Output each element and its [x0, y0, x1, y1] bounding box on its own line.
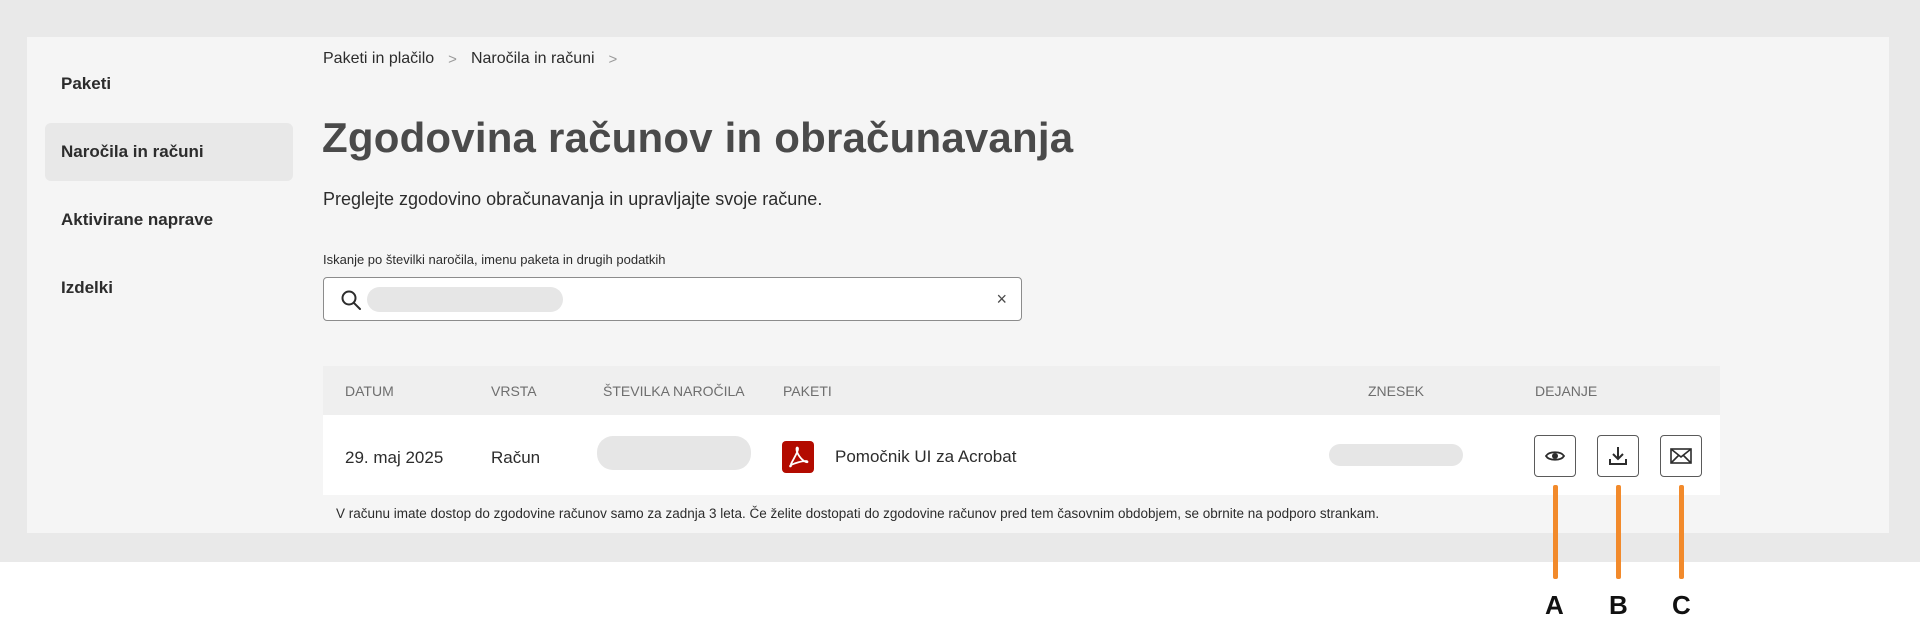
clear-icon[interactable]: × [996, 288, 1007, 310]
column-header-date: DATUM [345, 383, 394, 399]
callout-line-b [1616, 485, 1621, 579]
acrobat-pdf-icon [782, 441, 814, 473]
history-limit-note: V računu imate dostop do zgodovine račun… [336, 506, 1380, 521]
search-label: Iskanje po številki naročila, imenu pake… [323, 252, 666, 267]
callout-line-a [1553, 485, 1558, 579]
column-header-order-number: ŠTEVILKA NAROČILA [603, 383, 745, 399]
sidebar-item-products[interactable]: Izdelki [45, 259, 293, 317]
breadcrumb-separator: > [448, 50, 457, 68]
column-header-packages: PAKETI [783, 383, 832, 399]
sidebar-item-activated-devices[interactable]: Aktivirane naprave [45, 191, 293, 249]
table-row: 29. maj 2025 Račun Pomočnik UI za Acroba… [323, 415, 1720, 495]
sidebar: Paketi Naročila in računi Aktivirane nap… [45, 55, 293, 327]
search-icon [341, 290, 361, 310]
column-header-type: VRSTA [491, 383, 537, 399]
download-icon [1609, 447, 1627, 465]
sidebar-item-label: Izdelki [61, 278, 113, 297]
callout-label-a: A [1545, 590, 1564, 620]
eye-icon [1544, 451, 1566, 461]
callout-label-c: C [1672, 590, 1691, 620]
breadcrumb-link-plans-billing[interactable]: Paketi in plačilo [323, 50, 434, 68]
column-header-amount: ZNESEK [1368, 383, 1425, 399]
order-number-redacted [597, 436, 751, 470]
sidebar-item-label: Paketi [61, 74, 112, 93]
breadcrumb-link-orders-invoices[interactable]: Naročila in računi [471, 50, 595, 68]
callout-label-b: B [1609, 590, 1628, 620]
page-subtitle: Preglejte zgodovino obračunavanja in upr… [323, 189, 823, 209]
view-invoice-button[interactable] [1534, 435, 1576, 477]
sidebar-item-paketi[interactable]: Paketi [45, 55, 293, 113]
sidebar-item-label: Naročila in računi [61, 142, 204, 161]
sidebar-item-label: Aktivirane naprave [61, 210, 214, 229]
column-header-action: DEJANJE [1535, 383, 1598, 399]
breadcrumb: Paketi in plačilo > Naročila in računi > [323, 50, 631, 68]
row-type: Račun [491, 448, 541, 467]
download-invoice-button[interactable] [1597, 435, 1639, 477]
row-package-name: Pomočnik UI za Acrobat [835, 447, 1017, 466]
amount-redacted [1329, 444, 1463, 466]
row-date: 29. maj 2025 [345, 448, 444, 467]
breadcrumb-separator: > [608, 50, 618, 68]
email-invoice-button[interactable] [1660, 435, 1702, 477]
callout-line-c [1679, 485, 1684, 579]
search-input[interactable]: × [323, 277, 1022, 321]
page-title: Zgodovina računov in obračunavanja [322, 114, 1074, 161]
search-value-redacted [367, 287, 563, 312]
table-header: DATUM VRSTA ŠTEVILKA NAROČILA PAKETI ZNE… [323, 366, 1720, 415]
sidebar-item-orders-invoices[interactable]: Naročila in računi [45, 123, 293, 181]
mail-icon [1670, 448, 1692, 464]
